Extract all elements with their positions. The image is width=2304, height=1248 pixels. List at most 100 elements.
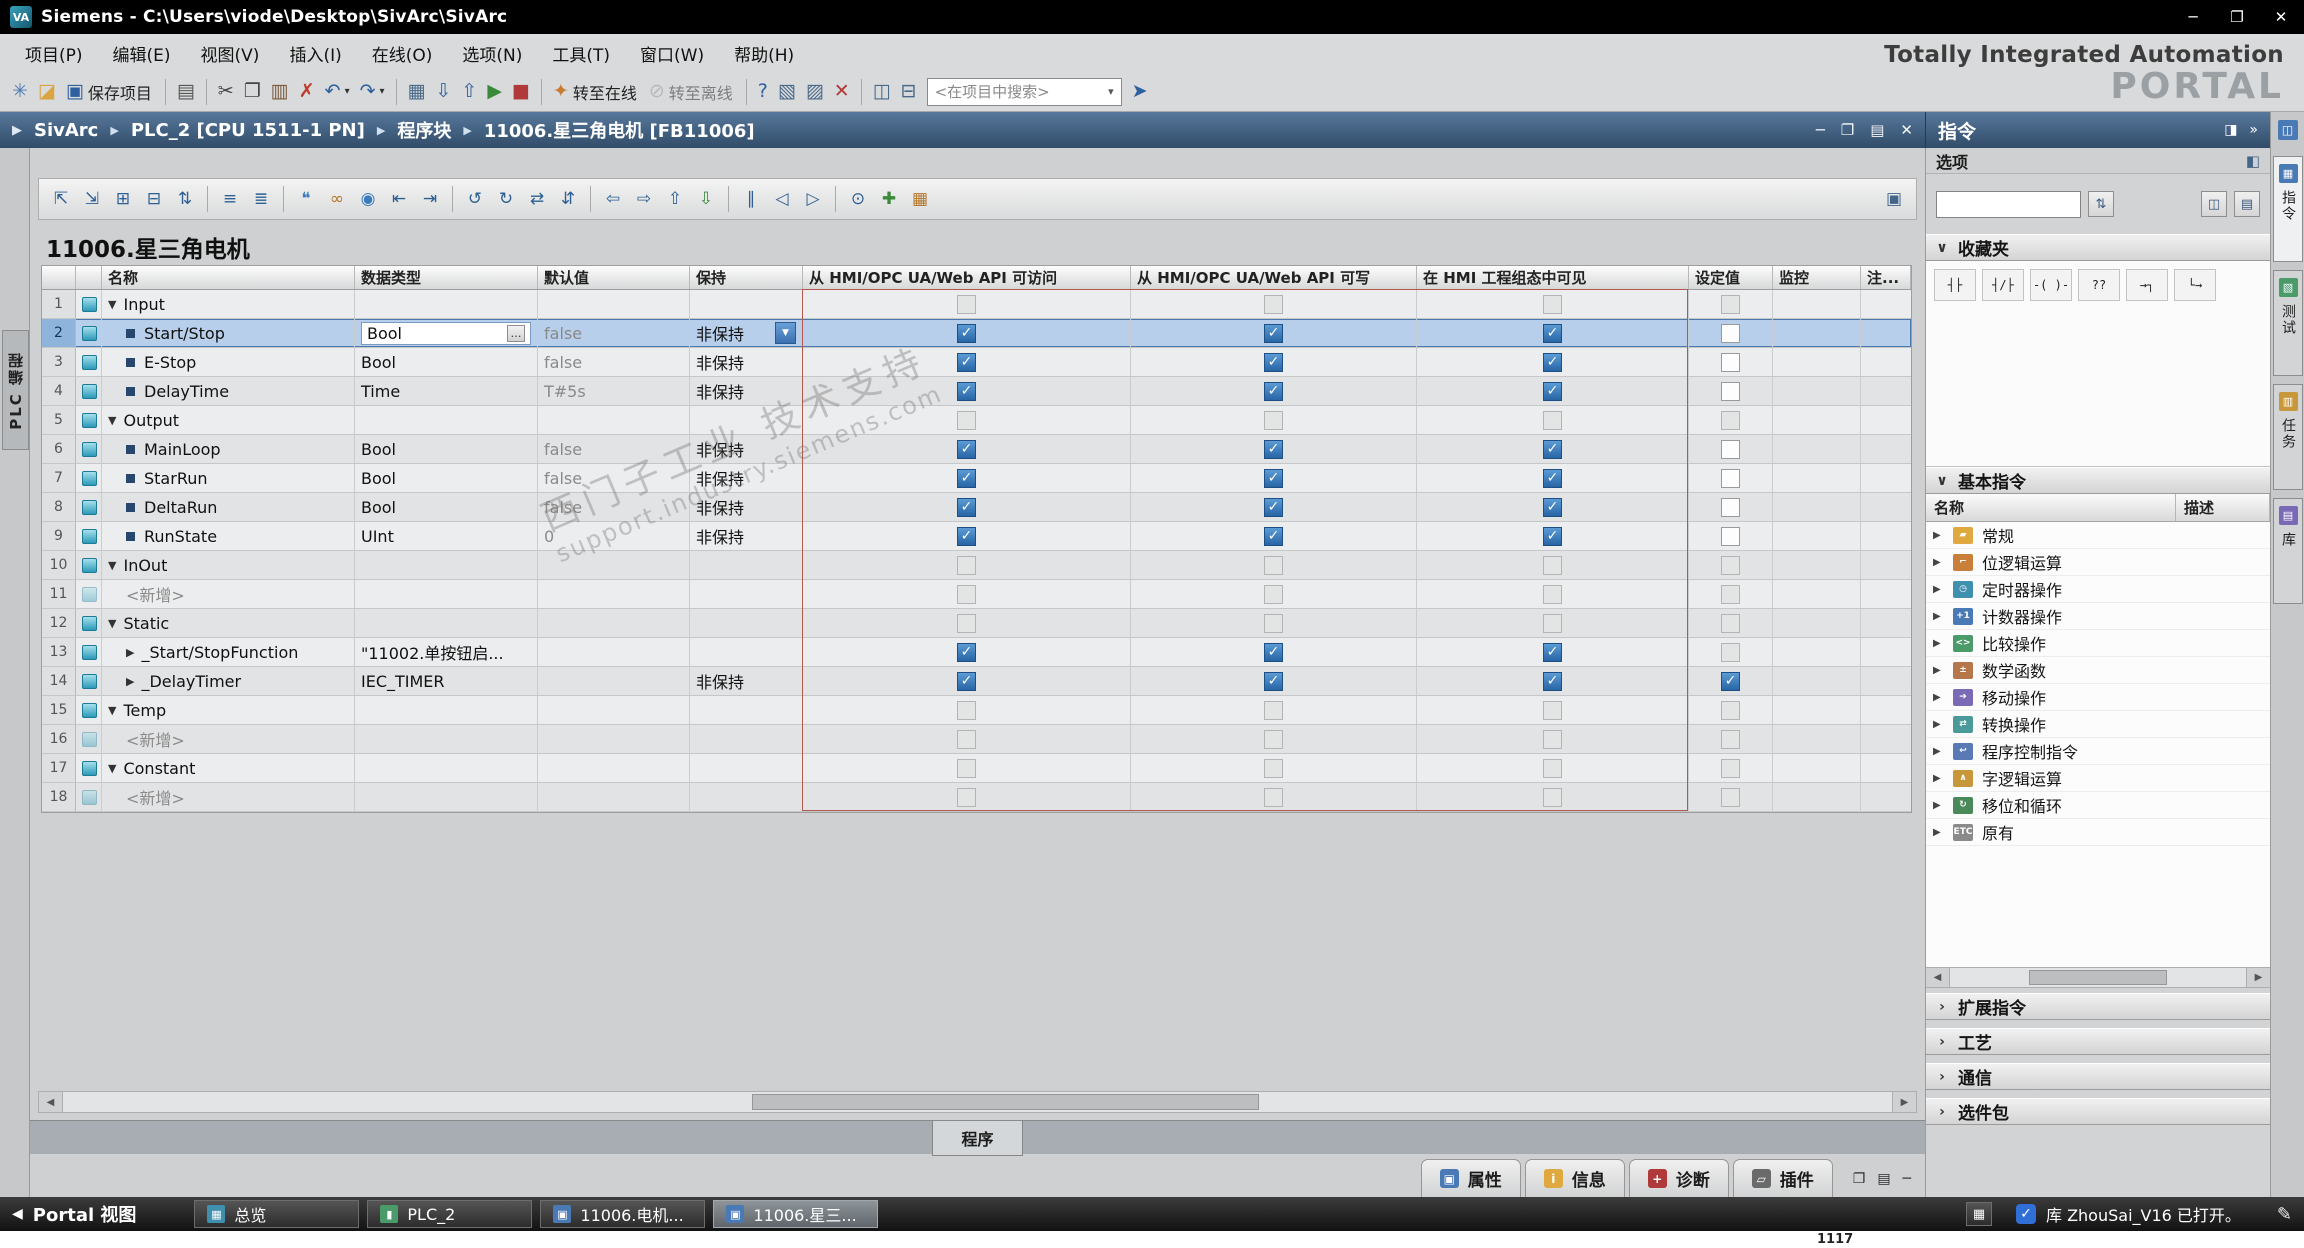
hmi-writable-checkbox[interactable]: ✓ [1264, 672, 1283, 691]
split-editor-vertical-icon[interactable]: ⊟ [897, 79, 921, 104]
expand-category-icon[interactable]: ▶ [1933, 827, 1944, 838]
breadcrumb-item[interactable]: 程序块 [397, 117, 451, 143]
editor-bottom-tab[interactable]: 程序 [932, 1121, 1022, 1156]
insert-row-after-icon[interactable]: ⊞ [109, 185, 137, 213]
add-row-icon[interactable]: ⇲ [78, 185, 106, 213]
undo-button[interactable]: ↶▾ [321, 79, 354, 104]
hmi-visible-checkbox[interactable]: ✓ [1543, 353, 1562, 372]
data-type-cell[interactable] [355, 696, 538, 724]
expand-category-icon[interactable]: ▶ [1933, 557, 1944, 568]
taskbar-item[interactable]: ▣11006.电机... [540, 1200, 705, 1228]
variable-name-cell[interactable]: ▼Input [102, 290, 355, 318]
expand-all-icon[interactable]: ≡ [216, 185, 244, 213]
hmi-visible-checkbox[interactable]: ✓ [1543, 324, 1562, 343]
data-type-cell[interactable] [355, 725, 538, 753]
print-icon[interactable]: ▤ [173, 79, 199, 104]
hmi-writable-checkbox[interactable]: ✓ [1264, 527, 1283, 546]
step-back-icon[interactable]: ◁ [768, 185, 796, 213]
column-header[interactable]: 名称 [102, 266, 355, 289]
add-tag-icon[interactable]: ✚ [875, 185, 903, 213]
instructions-horizontal-scrollbar[interactable]: ◀ ▶ [1926, 967, 2270, 988]
column-header[interactable]: 注... [1861, 266, 1911, 289]
table-row[interactable]: 18<新增> [42, 783, 1911, 812]
hmi-writable-checkbox[interactable]: ✓ [1264, 324, 1283, 343]
table-row[interactable]: 11<新增> [42, 580, 1911, 609]
hmi-visible-checkbox[interactable]: ✓ [1543, 672, 1562, 691]
scroll-left-icon[interactable]: ◀ [1926, 968, 1950, 987]
variable-name-cell[interactable]: ▼Temp [102, 696, 355, 724]
snapshot-icon[interactable]: ◉ [354, 185, 382, 213]
default-value-cell[interactable]: 0 [538, 522, 690, 550]
favorite-instruction-icon[interactable]: →┐ [2126, 269, 2168, 301]
instruction-search-input[interactable] [1936, 191, 2081, 218]
section-communication[interactable]: ›通信 [1926, 1063, 2270, 1090]
menu-item[interactable]: 在线(O) [357, 34, 448, 73]
cross-references-icon[interactable]: ▧ [774, 79, 800, 104]
hmi-accessible-checkbox[interactable]: ✓ [957, 469, 976, 488]
side-tab-instructions[interactable]: ▦指令 [2273, 156, 2303, 262]
breadcrumb-item[interactable]: PLC_2 [CPU 1511-1 PN] [131, 120, 365, 141]
section-extended-instructions[interactable]: ›扩展指令 [1926, 993, 2270, 1020]
retain-cell[interactable] [690, 290, 803, 318]
transfer-icon[interactable]: ⇵ [554, 185, 582, 213]
instruction-category[interactable]: ▶ETC原有 [1926, 819, 2270, 846]
variable-name-cell[interactable]: ▼Static [102, 609, 355, 637]
breadcrumb-item[interactable]: 11006.星三角电机 [FB11006] [484, 117, 755, 143]
scroll-thumb[interactable] [752, 1094, 1259, 1110]
retain-cell[interactable] [690, 638, 803, 666]
monitor-values-icon[interactable]: ∞ [323, 185, 351, 213]
table-row[interactable]: 12▼Static [42, 609, 1911, 638]
hmi-writable-checkbox[interactable]: ✓ [1264, 353, 1283, 372]
inspector-tab-properties[interactable]: ▣属性 [1421, 1159, 1521, 1197]
collapse-section-icon[interactable]: ▼ [108, 762, 116, 775]
scroll-thumb[interactable] [2029, 970, 2167, 985]
expand-project-tree-icon[interactable]: ▶ [12, 123, 22, 138]
data-type-cell[interactable] [355, 406, 538, 434]
table-row[interactable]: 6MainLoopBoolfalse非保持✓✓✓ [42, 435, 1911, 464]
collapse-section-icon[interactable]: ▼ [108, 617, 116, 630]
inspector-tab-plugins[interactable]: ▱插件 [1733, 1159, 1833, 1197]
variable-name-cell[interactable]: DelayTime [102, 377, 355, 405]
column-header[interactable]: 数据类型 [355, 266, 538, 289]
pause-icon[interactable]: ∥ [737, 185, 765, 213]
table-row[interactable]: 2Start/StopBool…false非保持▼✓✓✓ [42, 319, 1911, 348]
search-project-icon[interactable]: ➤ [1128, 79, 1152, 104]
retain-cell[interactable]: 非保持 [690, 348, 803, 376]
data-type-cell[interactable] [355, 580, 538, 608]
monitor-all-icon[interactable]: ⊙ [844, 185, 872, 213]
default-value-cell[interactable] [538, 406, 690, 434]
retain-cell[interactable] [690, 725, 803, 753]
breadcrumb-item[interactable]: SivArc [34, 120, 98, 141]
default-value-cell[interactable] [538, 638, 690, 666]
variable-name-cell[interactable]: <新增> [102, 783, 355, 811]
hmi-accessible-checkbox[interactable]: ✓ [957, 353, 976, 372]
retain-cell[interactable] [690, 696, 803, 724]
copy-icon[interactable]: ❐ [240, 79, 265, 104]
delete-icon[interactable]: ✗ [295, 79, 319, 104]
instruction-category[interactable]: ▶∧字逻辑运算 [1926, 765, 2270, 792]
table-row[interactable]: 14▶_DelayTimerIEC_TIMER非保持✓✓✓✓ [42, 667, 1911, 696]
instruction-category[interactable]: ▶↻移位和循环 [1926, 792, 2270, 819]
editor-window-control-icon[interactable]: ▤ [1870, 121, 1884, 139]
copy-snapshot-icon[interactable]: ⇤ [385, 185, 413, 213]
default-value-cell[interactable]: false [538, 464, 690, 492]
scroll-right-icon[interactable]: ▶ [2246, 968, 2270, 987]
instruction-category[interactable]: ▶±数学函数 [1926, 657, 2270, 684]
default-value-cell[interactable] [538, 783, 690, 811]
variable-name-cell[interactable]: StarRun [102, 464, 355, 492]
column-header[interactable]: 在 HMI 工程组态中可见 [1417, 266, 1689, 289]
hmi-accessible-checkbox[interactable]: ✓ [957, 324, 976, 343]
hmi-accessible-checkbox[interactable]: ✓ [957, 643, 976, 662]
column-header[interactable]: 保持 [690, 266, 803, 289]
profile-view-button[interactable]: ◫ [2201, 191, 2227, 217]
column-header[interactable]: 监控 [1773, 266, 1861, 289]
collapse-all-icon[interactable]: ≣ [247, 185, 275, 213]
hmi-visible-checkbox[interactable]: ✓ [1543, 382, 1562, 401]
menu-item[interactable]: 插入(I) [274, 34, 356, 73]
insert-row-icon[interactable]: ⇱ [47, 185, 75, 213]
options-icon[interactable]: ◧ [2246, 152, 2260, 170]
column-header[interactable]: 设定值 [1689, 266, 1773, 289]
inspector-tab-info[interactable]: i信息 [1525, 1159, 1625, 1197]
expand-category-icon[interactable]: ▶ [1933, 800, 1944, 811]
download-values-icon[interactable]: ⇩ [692, 185, 720, 213]
